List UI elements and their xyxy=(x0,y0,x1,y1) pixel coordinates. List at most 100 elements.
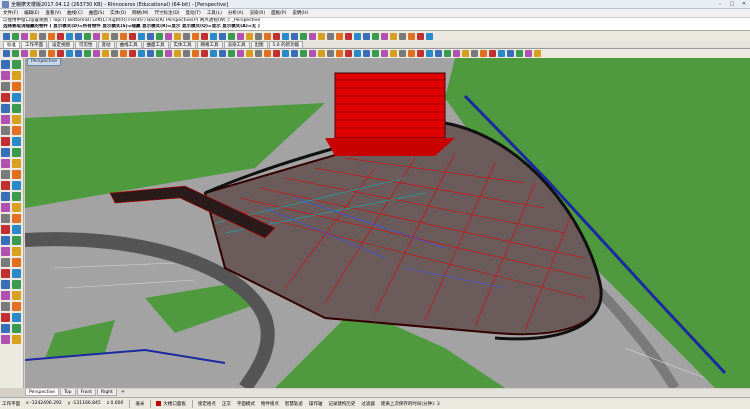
tool-icon[interactable] xyxy=(345,32,352,40)
tool-icon[interactable] xyxy=(12,32,19,40)
menu-help[interactable]: 说明(H) xyxy=(292,10,308,16)
tool-icon[interactable] xyxy=(48,50,55,57)
tool-icon[interactable] xyxy=(1,137,10,146)
tool-icon[interactable] xyxy=(300,50,307,57)
tool-icon[interactable] xyxy=(66,50,73,57)
tool-icon[interactable] xyxy=(282,32,289,40)
tab-standard[interactable]: 标准 xyxy=(3,41,20,48)
tool-icon[interactable] xyxy=(3,50,10,57)
tool-icon[interactable] xyxy=(1,236,10,245)
tool-icon[interactable] xyxy=(12,93,21,102)
tool-icon[interactable] xyxy=(12,269,21,278)
tool-icon[interactable] xyxy=(462,50,469,57)
tool-icon[interactable] xyxy=(12,247,21,256)
menu-mesh[interactable]: 网格(M) xyxy=(132,10,148,16)
tool-icon[interactable] xyxy=(1,71,10,80)
tool-icon[interactable] xyxy=(309,50,316,57)
tool-icon[interactable] xyxy=(399,50,406,57)
tool-icon[interactable] xyxy=(129,32,136,40)
tool-icon[interactable] xyxy=(84,50,91,57)
tool-icon[interactable] xyxy=(12,313,21,322)
tool-icon[interactable] xyxy=(12,302,21,311)
tool-icon[interactable] xyxy=(12,203,21,212)
tool-icon[interactable] xyxy=(192,50,199,57)
tool-icon[interactable] xyxy=(12,335,21,344)
tool-icon[interactable] xyxy=(381,32,388,40)
tool-icon[interactable] xyxy=(345,50,352,57)
toggle-ortho[interactable]: 正交 xyxy=(222,401,231,407)
tool-icon[interactable] xyxy=(48,32,55,40)
tool-icon[interactable] xyxy=(1,192,10,201)
command-prompt[interactable]: 选择要取消隐藏的物件 ( 显示模式(D)=所有物件 显示模式(S)=隐藏 显示模… xyxy=(0,24,750,31)
toggle-gumball[interactable]: 操作轴 xyxy=(309,401,323,407)
tool-icon[interactable] xyxy=(21,32,28,40)
tool-icon[interactable] xyxy=(372,50,379,57)
tool-icon[interactable] xyxy=(1,324,10,333)
tool-icon[interactable] xyxy=(12,324,21,333)
tab-perspective[interactable]: Perspective xyxy=(25,389,60,396)
tool-icon[interactable] xyxy=(399,32,406,40)
tool-icon[interactable] xyxy=(381,50,388,57)
tool-icon[interactable] xyxy=(12,60,21,69)
current-layer[interactable]: 大楼口面板 xyxy=(156,400,186,407)
tool-icon[interactable] xyxy=(1,170,10,179)
tool-icon[interactable] xyxy=(390,50,397,57)
tool-icon[interactable] xyxy=(12,225,21,234)
toggle-grid-snap[interactable]: 锁定格点 xyxy=(198,401,216,407)
tool-icon[interactable] xyxy=(318,32,325,40)
tool-icon[interactable] xyxy=(102,50,109,57)
tool-icon[interactable] xyxy=(1,82,10,91)
tool-icon[interactable] xyxy=(12,115,21,124)
tool-icon[interactable] xyxy=(426,32,433,40)
tool-icon[interactable] xyxy=(12,192,21,201)
menu-view[interactable]: 查看(V) xyxy=(45,10,61,16)
tool-icon[interactable] xyxy=(12,258,21,267)
tool-icon[interactable] xyxy=(75,50,82,57)
tool-icon[interactable] xyxy=(246,32,253,40)
tool-icon[interactable] xyxy=(156,50,163,57)
tool-icon[interactable] xyxy=(507,50,514,57)
menu-dimension[interactable]: 尺寸标注(D) xyxy=(155,10,180,16)
tool-icon[interactable] xyxy=(444,50,451,57)
tool-icon[interactable] xyxy=(12,159,21,168)
tool-icon[interactable] xyxy=(183,32,190,40)
tool-icon[interactable] xyxy=(1,313,10,322)
tool-icon[interactable] xyxy=(12,148,21,157)
tab-front[interactable]: Front xyxy=(76,389,97,396)
toggle-smarttrack[interactable]: 智慧轨迹 xyxy=(285,401,303,407)
tool-icon[interactable] xyxy=(246,50,253,57)
tool-icon[interactable] xyxy=(1,115,10,124)
menu-edit[interactable]: 编辑(E) xyxy=(24,10,39,16)
tool-icon[interactable] xyxy=(1,214,10,223)
tool-icon[interactable] xyxy=(309,32,316,40)
tool-icon[interactable] xyxy=(1,280,10,289)
tool-icon[interactable] xyxy=(30,32,37,40)
menu-transform[interactable]: 变动(T) xyxy=(186,10,201,16)
tool-icon[interactable] xyxy=(273,32,280,40)
menu-panels[interactable]: 面板(P) xyxy=(271,10,286,16)
tab-drafting[interactable]: 出图 xyxy=(250,41,268,48)
tab-right[interactable]: Right xyxy=(97,389,117,396)
toggle-planar[interactable]: 平面模式 xyxy=(237,401,255,407)
tool-icon[interactable] xyxy=(21,50,28,57)
menu-tools[interactable]: 工具(L) xyxy=(207,10,222,16)
tool-icon[interactable] xyxy=(534,50,541,57)
tool-icon[interactable] xyxy=(12,126,21,135)
perspective-viewport[interactable]: Perspective xyxy=(25,58,750,388)
close-button[interactable]: ✕ xyxy=(740,1,748,7)
tool-icon[interactable] xyxy=(165,32,172,40)
tool-icon[interactable] xyxy=(291,32,298,40)
tool-icon[interactable] xyxy=(120,50,127,57)
tool-icon[interactable] xyxy=(336,50,343,57)
tool-icon[interactable] xyxy=(192,32,199,40)
tool-icon[interactable] xyxy=(417,50,424,57)
tool-icon[interactable] xyxy=(39,32,46,40)
tool-icon[interactable] xyxy=(12,280,21,289)
tool-icon[interactable] xyxy=(165,50,172,57)
tool-icon[interactable] xyxy=(39,50,46,57)
tool-icon[interactable] xyxy=(354,32,361,40)
tool-icon[interactable] xyxy=(102,32,109,40)
menu-file[interactable]: 文件(F) xyxy=(3,10,18,16)
tab-set-view[interactable]: 设定视图 xyxy=(48,41,74,48)
tool-icon[interactable] xyxy=(174,50,181,57)
